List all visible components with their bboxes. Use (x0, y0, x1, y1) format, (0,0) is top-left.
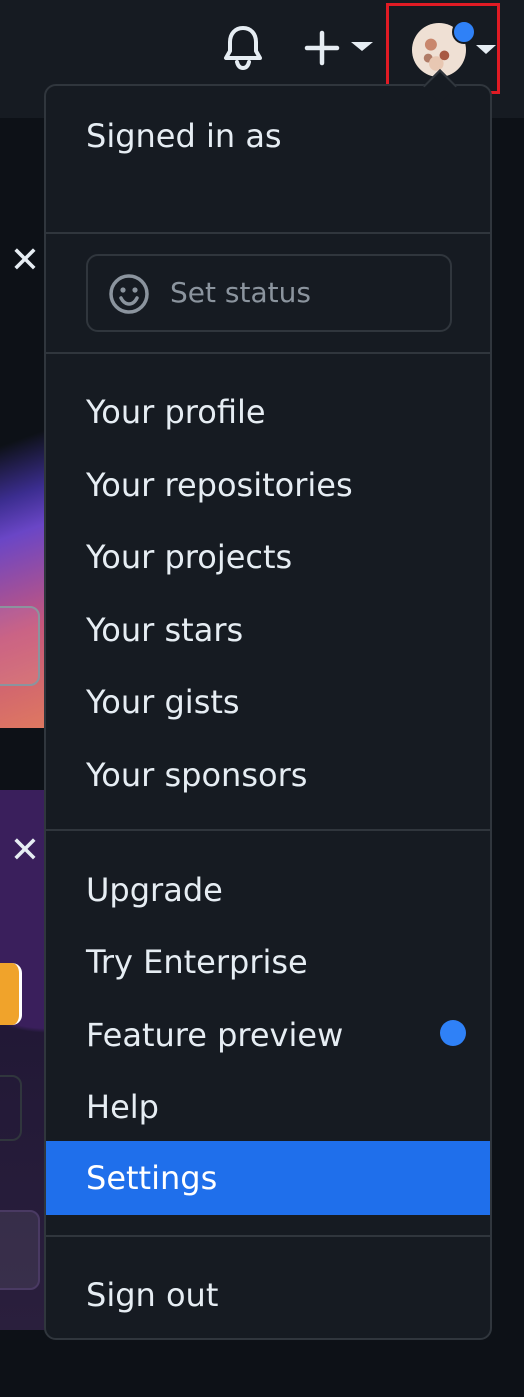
menu-item-try-enterprise[interactable]: Try Enterprise (86, 942, 308, 982)
divider (46, 1235, 490, 1237)
menu-item-settings-label: Settings (86, 1159, 218, 1197)
notification-dot-icon (452, 20, 476, 44)
menu-item-your-repositories[interactable]: Your repositories (86, 465, 353, 505)
signed-in-label: Signed in as (86, 117, 282, 155)
background-box (0, 1075, 22, 1141)
plus-icon[interactable] (304, 30, 340, 66)
set-status-label: Set status (170, 276, 311, 309)
divider (46, 232, 490, 234)
menu-item-upgrade[interactable]: Upgrade (86, 870, 223, 910)
menu-item-your-stars[interactable]: Your stars (86, 610, 243, 650)
menu-item-settings[interactable]: Settings (46, 1141, 490, 1215)
menu-item-help[interactable]: Help (86, 1087, 159, 1127)
avatar-chevron-down-icon[interactable] (476, 45, 496, 54)
smiley-icon (109, 274, 149, 314)
menu-item-sign-out[interactable]: Sign out (86, 1275, 218, 1315)
create-menu-chevron-down-icon[interactable] (351, 42, 373, 51)
menu-item-your-projects[interactable]: Your projects (86, 537, 292, 577)
divider (46, 352, 490, 354)
close-icon[interactable]: ✕ (8, 243, 42, 279)
set-status-button[interactable]: Set status (86, 254, 452, 332)
divider (46, 829, 490, 831)
menu-item-your-profile[interactable]: Your profile (86, 392, 266, 432)
menu-item-your-gists[interactable]: Your gists (86, 682, 240, 722)
background-button-2[interactable] (0, 1210, 40, 1290)
feature-preview-dot-icon (440, 1020, 466, 1046)
user-dropdown-menu: Signed in as Set status Your profile You… (44, 84, 492, 1340)
background-button[interactable] (0, 606, 40, 686)
menu-item-feature-preview[interactable]: Feature preview (86, 1015, 343, 1055)
menu-item-your-sponsors[interactable]: Your sponsors (86, 755, 307, 795)
bell-icon[interactable] (222, 24, 264, 70)
background-app-icon (0, 963, 22, 1025)
close-icon-2[interactable]: ✕ (8, 833, 42, 869)
